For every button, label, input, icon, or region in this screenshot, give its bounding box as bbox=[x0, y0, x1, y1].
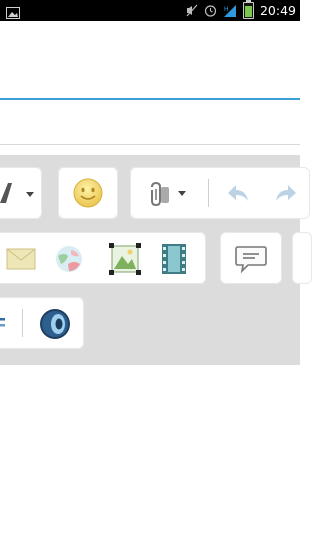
attach-icon bbox=[151, 181, 186, 207]
smiley-icon bbox=[73, 178, 103, 208]
audio-button[interactable] bbox=[32, 297, 80, 349]
more-button[interactable] bbox=[292, 232, 312, 284]
smiley-button[interactable] bbox=[58, 167, 118, 219]
font-style-button[interactable] bbox=[0, 167, 42, 219]
undo-button[interactable] bbox=[216, 167, 260, 219]
status-bar: H 20:49 bbox=[0, 0, 300, 21]
globe-button[interactable] bbox=[50, 232, 90, 284]
attach-button[interactable] bbox=[130, 167, 200, 219]
list-audio-group bbox=[0, 297, 84, 349]
email-icon bbox=[6, 248, 36, 270]
image-button[interactable] bbox=[104, 232, 144, 284]
globe-icon bbox=[56, 246, 82, 272]
redo-button[interactable] bbox=[264, 167, 308, 219]
font-style-icon bbox=[0, 183, 34, 203]
signal-icon: H bbox=[223, 4, 237, 17]
video-icon bbox=[162, 244, 186, 274]
list-button[interactable] bbox=[0, 297, 18, 349]
alarm-icon bbox=[204, 4, 217, 17]
email-button[interactable] bbox=[0, 232, 40, 284]
formatting-toolbar bbox=[0, 155, 312, 365]
message-input[interactable] bbox=[0, 21, 300, 100]
subject-input[interactable] bbox=[0, 100, 300, 144]
audio-icon bbox=[40, 309, 70, 339]
battery-icon bbox=[242, 0, 254, 19]
mute-icon bbox=[186, 4, 198, 17]
list-icon bbox=[0, 318, 5, 327]
insert-group bbox=[0, 232, 206, 284]
attachment-history-group bbox=[130, 167, 310, 219]
svg-text:H: H bbox=[224, 6, 229, 13]
video-button[interactable] bbox=[154, 232, 194, 284]
clock: 20:49 bbox=[259, 3, 296, 18]
comment-icon bbox=[235, 246, 267, 274]
gallery-notification-icon bbox=[6, 4, 20, 19]
image-icon bbox=[109, 243, 141, 275]
comment-button[interactable] bbox=[220, 232, 282, 284]
undo-icon bbox=[228, 185, 248, 201]
divider bbox=[0, 144, 300, 145]
redo-icon bbox=[276, 185, 296, 201]
